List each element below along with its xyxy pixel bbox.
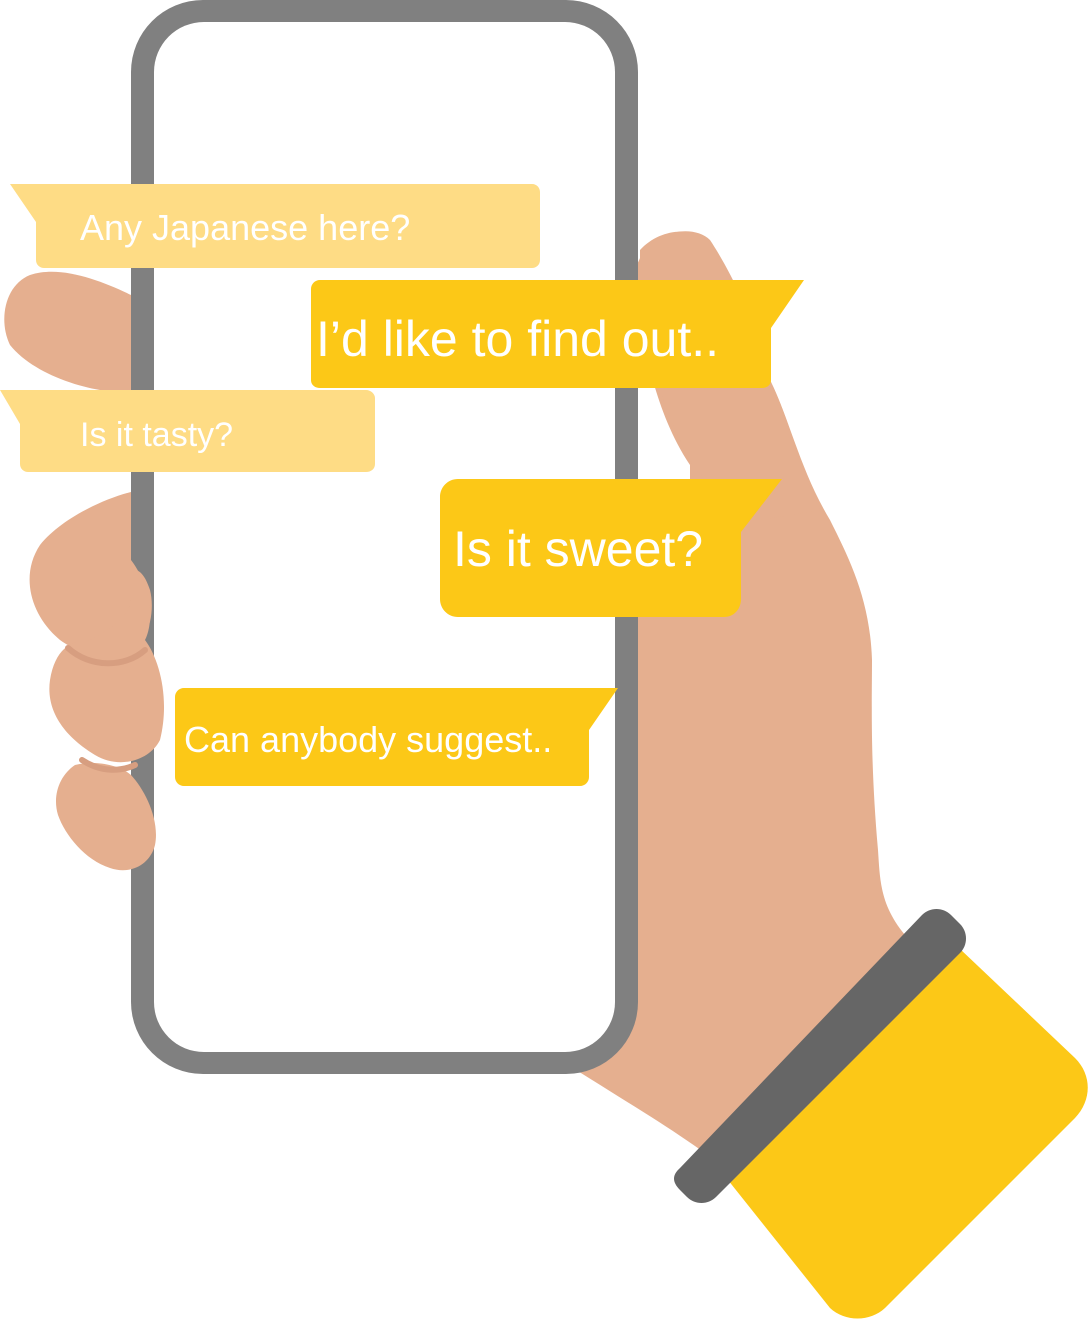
message-text: Can anybody suggest..	[184, 719, 552, 760]
finger-index	[4, 271, 132, 390]
message-bubble-any-japanese: Any Japanese here?	[10, 184, 540, 268]
message-bubble-tasty: Is it tasty?	[0, 390, 375, 472]
message-text: I’d like to find out..	[316, 311, 719, 367]
illustration: Any Japanese here? I’d like to find out.…	[0, 0, 1088, 1320]
message-text: Is it sweet?	[453, 521, 703, 577]
message-bubble-find-out: I’d like to find out..	[311, 280, 804, 388]
message-bubble-sweet: Is it sweet?	[440, 479, 782, 617]
message-bubble-suggest: Can anybody suggest..	[175, 688, 618, 786]
hand-holding-phone-illustration: Any Japanese here? I’d like to find out.…	[0, 0, 1088, 1319]
message-text: Is it tasty?	[80, 416, 233, 454]
message-text: Any Japanese here?	[80, 207, 410, 248]
